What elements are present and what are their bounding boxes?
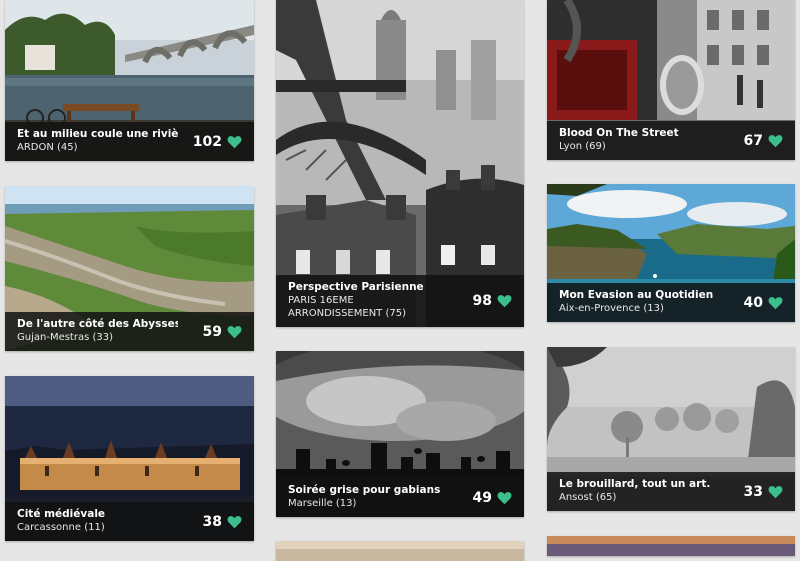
heart-icon xyxy=(227,515,242,528)
photo-card-mon-evasion[interactable]: Mon Evasion au Quotidien Aix-en-Provence… xyxy=(547,184,795,322)
photo-card-partial[interactable] xyxy=(547,536,795,556)
photo-title: Et au milieu coule une rivière xyxy=(17,128,178,140)
like-count: 98 xyxy=(472,293,492,309)
photo-title: Blood On The Street xyxy=(559,127,679,139)
photo-location[interactable]: Gujan-Mestras (33) xyxy=(17,331,178,344)
like-button[interactable]: 102 xyxy=(193,134,242,150)
location-count: (45) xyxy=(57,142,78,153)
location-count: (11) xyxy=(84,522,105,533)
photo-title: Perspective Parisienne xyxy=(288,281,424,293)
photo-card-blood-on-the-street[interactable]: Blood On The Street Lyon (69) 67 xyxy=(547,0,795,160)
location-name: Aix-en-Provence xyxy=(559,303,641,314)
location-name: Ansost xyxy=(559,492,593,503)
like-button[interactable]: 67 xyxy=(744,133,783,149)
photo-location[interactable]: Ansost (65) xyxy=(559,491,719,504)
location-count: (75) xyxy=(385,308,407,319)
photo-caption: Cité médiévale Carcassonne (11) 38 xyxy=(5,502,254,541)
photo-location[interactable]: Marseille (13) xyxy=(288,497,448,510)
photo-caption: Le brouillard, tout un art. Ansost (65) … xyxy=(547,472,795,511)
photo-title: Cité médiévale xyxy=(17,508,106,520)
photo-card-soiree-grise[interactable]: Soirée grise pour gabians Marseille (13)… xyxy=(276,351,524,517)
photo-caption: Mon Evasion au Quotidien Aix-en-Provence… xyxy=(547,283,795,322)
location-count: (69) xyxy=(585,141,606,152)
photo-thumbnail[interactable] xyxy=(276,541,524,561)
like-count: 59 xyxy=(202,323,222,340)
like-count: 38 xyxy=(202,513,222,530)
like-button[interactable]: 49 xyxy=(473,490,512,506)
location-name: Marseille xyxy=(288,498,333,509)
heart-icon xyxy=(227,325,242,338)
location-count: (13) xyxy=(643,303,664,314)
location-name: ARDON xyxy=(17,142,54,153)
photo-card-partial[interactable] xyxy=(276,541,524,561)
like-button[interactable]: 98 xyxy=(473,293,512,309)
photo-location[interactable]: ARDON (45) xyxy=(17,141,178,154)
photo-card-perspective-parisienne[interactable]: Perspective Parisienne PARIS 16EME ARRON… xyxy=(276,0,524,327)
photo-thumbnail[interactable] xyxy=(547,536,795,556)
photo-location[interactable]: PARIS 16EME ARRONDISSEMENT (75) xyxy=(288,294,448,320)
like-button[interactable]: 40 xyxy=(744,295,783,311)
photo-card-riviere[interactable]: Et au milieu coule une rivière ARDON (45… xyxy=(5,0,254,161)
like-button[interactable]: 33 xyxy=(744,484,783,500)
like-button[interactable]: 59 xyxy=(203,324,242,340)
like-count: 33 xyxy=(743,483,763,500)
location-count: (33) xyxy=(92,332,114,343)
photo-card-cite-medievale[interactable]: Cité médiévale Carcassonne (11) 38 xyxy=(5,376,254,541)
photo-card-abysses[interactable]: De l'autre côté des Abysses Gujan-Mestra… xyxy=(5,186,254,351)
location-name: Carcassonne xyxy=(17,522,81,533)
heart-icon xyxy=(497,295,512,308)
like-button[interactable]: 38 xyxy=(203,514,242,530)
photo-location[interactable]: Lyon (69) xyxy=(559,140,719,153)
heart-icon xyxy=(497,491,512,504)
photo-caption: Perspective Parisienne PARIS 16EME ARRON… xyxy=(276,275,524,327)
photo-location[interactable]: Aix-en-Provence (13) xyxy=(559,302,719,315)
location-count: (65) xyxy=(595,492,617,503)
photo-title: Soirée grise pour gabians xyxy=(288,484,441,496)
like-count: 40 xyxy=(743,294,763,311)
photo-caption: Blood On The Street Lyon (69) 67 xyxy=(547,121,795,160)
photo-title: Mon Evasion au Quotidien xyxy=(559,289,714,301)
like-count: 67 xyxy=(743,132,763,149)
like-count: 102 xyxy=(192,133,222,150)
heart-icon xyxy=(768,134,783,147)
location-name: Lyon xyxy=(559,141,583,152)
photo-caption: Soirée grise pour gabians Marseille (13)… xyxy=(276,478,524,517)
photo-caption: De l'autre côté des Abysses Gujan-Mestra… xyxy=(5,312,254,351)
location-name: PARIS 16EME ARRONDISSEMENT xyxy=(288,295,383,319)
photo-caption: Et au milieu coule une rivière ARDON (45… xyxy=(5,122,254,161)
photo-location[interactable]: Carcassonne (11) xyxy=(17,521,178,534)
photo-card-le-brouillard[interactable]: Le brouillard, tout un art. Ansost (65) … xyxy=(547,347,795,511)
heart-icon xyxy=(768,485,783,498)
photo-title: Le brouillard, tout un art. xyxy=(559,478,711,490)
heart-icon xyxy=(227,135,242,148)
like-count: 49 xyxy=(472,489,492,506)
location-name: Gujan-Mestras xyxy=(17,332,90,343)
heart-icon xyxy=(768,296,783,309)
location-count: (13) xyxy=(335,498,357,509)
photo-title: De l'autre côté des Abysses xyxy=(17,318,178,330)
